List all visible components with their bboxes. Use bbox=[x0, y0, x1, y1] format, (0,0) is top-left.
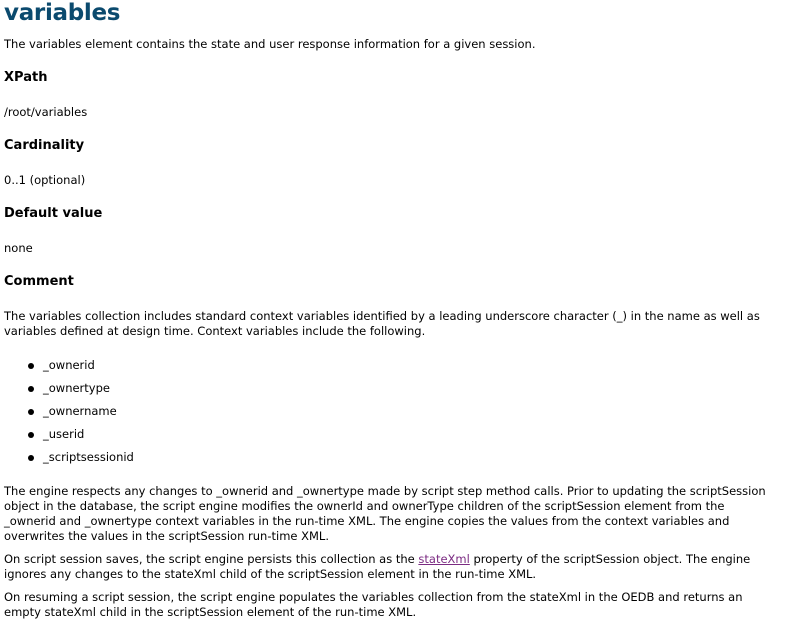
context-variable-name: _ownername bbox=[43, 404, 117, 418]
engine-paragraph: The engine respects any changes to _owne… bbox=[4, 484, 766, 543]
list-item: _ownerid bbox=[28, 358, 95, 372]
comment-intro: The variables collection includes standa… bbox=[4, 309, 760, 338]
cardinality-value: 0..1 (optional) bbox=[4, 173, 86, 187]
save-text-before: On script session saves, the script engi… bbox=[4, 552, 419, 566]
xpath-value: /root/variables bbox=[4, 105, 88, 119]
intro-text: The variables element contains the state… bbox=[4, 37, 536, 51]
page-title: variables bbox=[4, 0, 121, 26]
bullet-icon bbox=[28, 363, 34, 369]
bullet-icon bbox=[28, 432, 34, 438]
resume-paragraph: On resuming a script session, the script… bbox=[4, 590, 743, 619]
cardinality-heading: Cardinality bbox=[4, 138, 85, 153]
bullet-icon bbox=[28, 386, 34, 392]
list-item: _scriptsessionid bbox=[28, 450, 134, 464]
bullet-icon bbox=[28, 455, 34, 461]
list-item: _ownertype bbox=[28, 381, 110, 395]
context-variable-name: _userid bbox=[43, 427, 85, 441]
default-value-heading: Default value bbox=[4, 206, 103, 221]
comment-heading: Comment bbox=[4, 274, 74, 289]
save-paragraph: On script session saves, the script engi… bbox=[4, 552, 774, 582]
default-value-text: none bbox=[4, 241, 33, 255]
context-variable-name: _ownerid bbox=[43, 358, 95, 372]
statexml-link[interactable]: stateXml bbox=[418, 552, 469, 566]
bullet-icon bbox=[28, 409, 34, 415]
context-variable-name: _ownertype bbox=[43, 381, 110, 395]
context-variable-name: _scriptsessionid bbox=[43, 450, 134, 464]
list-item: _ownername bbox=[28, 404, 117, 418]
list-item: _userid bbox=[28, 427, 84, 441]
xpath-heading: XPath bbox=[4, 70, 48, 85]
